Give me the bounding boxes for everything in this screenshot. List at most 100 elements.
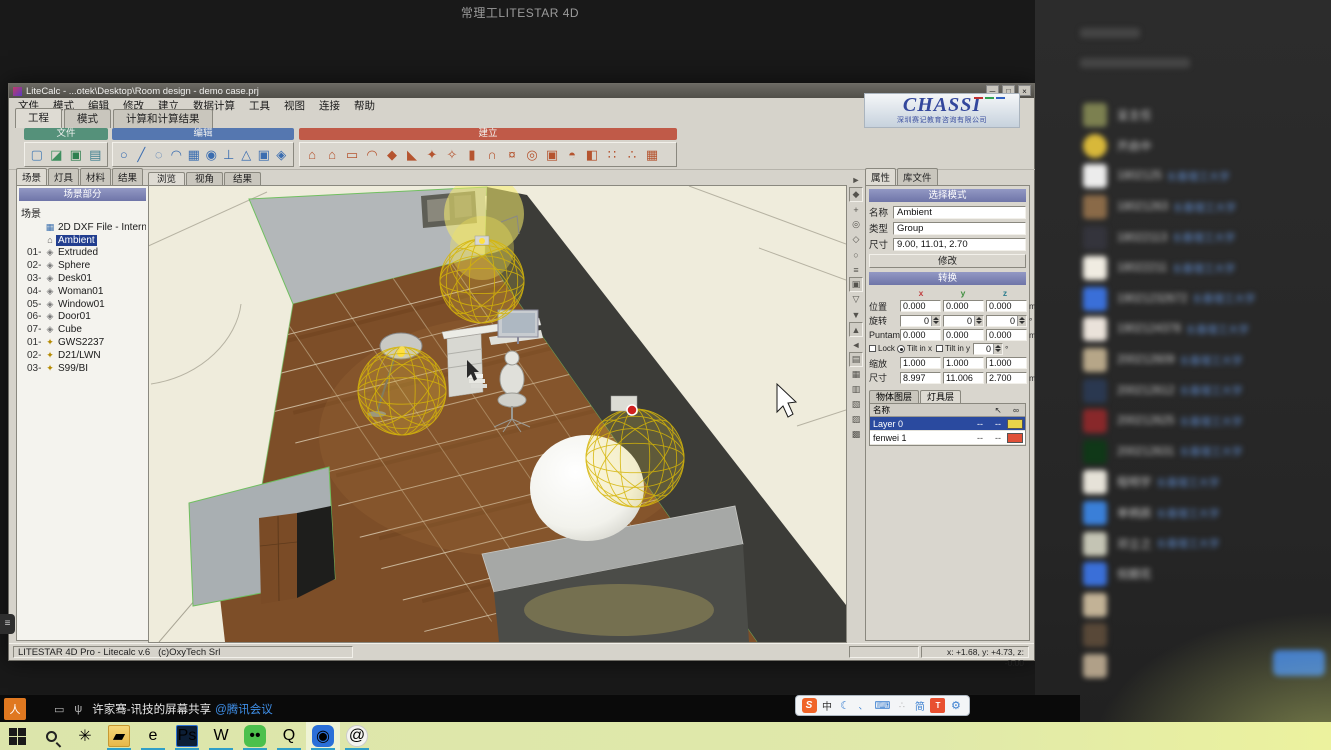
view-tool-icon[interactable]: ▲ [849,322,863,337]
scene-tree-item[interactable]: 01- ✦ GWS2237 [19,336,146,349]
member-row[interactable]: 200212631 长春理工大学 [1035,437,1331,468]
ime-icon[interactable]: 中 [820,698,835,713]
member-row[interactable]: 200212612 长春理工大学 [1035,375,1331,406]
member-row[interactable]: 18022113 长春理工大学 [1035,222,1331,253]
toolbar-icon[interactable]: ▣ [66,144,86,166]
properties-tab[interactable]: 属性 [865,168,896,185]
layer-tab[interactable]: 灯具层 [920,390,961,403]
taskbar-app[interactable]: W [204,722,238,750]
spinner[interactable] [931,316,940,326]
ime-icon[interactable]: ☾ [838,698,853,713]
scene-tree-item[interactable]: 03- ◈ Desk01 [19,272,146,285]
scene-tree-root[interactable]: 场景 [19,204,146,221]
scene-tree-item[interactable]: 05- ◈ Window01 [19,298,146,311]
menu-item[interactable]: 工具 [242,98,277,113]
search-button[interactable] [34,722,68,750]
value-input[interactable]: 0.000 [943,329,984,341]
member-row[interactable] [1035,590,1331,621]
scene-tree-item[interactable]: 04- ◈ Woman01 [19,285,146,298]
toolbar-icon[interactable]: ▣ [542,144,562,166]
scene-panel-tab[interactable]: 材料 [80,168,111,185]
view-tool-icon[interactable]: ◆ [849,187,863,202]
ime-icon[interactable]: ⌨ [874,698,892,713]
value-input[interactable]: 0.000 [900,300,941,312]
member-row[interactable]: 200212609 长春理工大学 [1035,345,1331,376]
toolbar-icon[interactable]: ◆ [382,144,402,166]
value-input[interactable]: 8.997 [900,372,941,384]
view-tool-icon[interactable]: + [849,202,863,217]
member-row[interactable] [1035,620,1331,651]
toolbar-icon[interactable]: ◎ [522,144,542,166]
ime-icon[interactable]: 、 [856,698,871,713]
ime-icon[interactable]: S [802,698,817,713]
ime-icon[interactable]: 简 [912,698,927,713]
toolbar-icon[interactable]: ◓ [562,144,582,166]
view-tool-icon[interactable]: ◇ [849,232,863,247]
toolbar-icon[interactable]: ✧ [442,144,462,166]
ime-icon[interactable]: ⚙ [948,698,963,713]
scene-tree-item[interactable]: 07- ◈ Cube [19,323,146,336]
value-input[interactable]: 0.000 [986,329,1027,341]
toolbar-icon[interactable]: ◈ [273,144,291,166]
sidebar-handle-icon[interactable]: ≡ [0,614,15,634]
scene-tree-item[interactable]: 03- ✦ S99/BI [19,362,146,375]
taskbar-app[interactable]: •• [238,722,272,750]
member-row[interactable]: 单柄辰 长春理工大学 [1035,498,1331,529]
toolbar-icon[interactable]: △ [238,144,256,166]
properties-tab[interactable]: 库文件 [897,168,938,185]
value-input[interactable]: 1.000 [900,357,941,369]
member-row[interactable]: 程明宇 长春理工大学 [1035,467,1331,498]
ime-icon[interactable]: T [930,698,945,713]
start-button[interactable] [0,722,34,750]
view-tool-icon[interactable]: ► [849,172,863,187]
property-value[interactable]: Group [893,222,1026,235]
doc-tab[interactable]: 工程 [15,108,62,128]
toolbar-icon[interactable]: ◣ [402,144,422,166]
toolbar-icon[interactable]: ╱ [133,144,151,166]
member-row[interactable]: 开启中 [1035,131,1331,162]
scene-panel-tab[interactable]: 场景 [16,168,47,185]
toolbar-icon[interactable]: ▮ [462,144,482,166]
value-input[interactable]: 0.000 [900,329,941,341]
viewport-tab[interactable]: 视角 [186,172,223,185]
scene-tree-item[interactable]: ▦ 2D DXF File - Internal Area_dxf [19,221,146,234]
layer-tab[interactable]: 物体图层 [869,390,919,403]
view-tool-icon[interactable]: ▥ [849,382,863,397]
member-row[interactable]: 1802125 长春理工大学 [1035,161,1331,192]
layer-color-swatch[interactable] [1007,433,1023,443]
property-value[interactable]: Ambient [893,206,1026,219]
value-input[interactable]: 0.000 [986,300,1027,312]
scene-tree-item[interactable]: 01- ◈ Extruded [19,247,146,260]
member-row[interactable]: 1902124378 长春理工大学 [1035,314,1331,345]
toolbar-icon[interactable]: ◉ [203,144,221,166]
toolbar-icon[interactable]: ⌂ [302,144,322,166]
member-row[interactable]: 倪期花 [1035,559,1331,590]
lock-checkbox[interactable] [869,345,876,352]
layer-row[interactable]: Layer 0 -- -- [870,417,1025,431]
modify-button[interactable]: 修改 [869,254,1026,268]
taskbar-app[interactable]: ▰ [102,722,136,750]
value-input[interactable]: 11.006 [943,372,984,384]
scene-panel-tab[interactable]: 灯具 [48,168,79,185]
viewport-3d[interactable] [148,185,847,643]
view-tool-icon[interactable]: ▽ [849,292,863,307]
view-tool-icon[interactable]: ▼ [849,307,863,322]
member-row[interactable]: 18021263 长春理工大学 [1035,192,1331,223]
scene-tree-item[interactable]: 02- ✦ D21/LWN [19,349,146,362]
toolbar-icon[interactable]: ⊥ [220,144,238,166]
value-input[interactable]: 1.000 [986,357,1027,369]
toolbar-icon[interactable]: ▦ [642,144,662,166]
toolbar-icon[interactable]: ▦ [185,144,203,166]
tilt-x-radio[interactable] [897,345,905,353]
taskbar-app[interactable]: ◉ [306,722,340,750]
scene-tree-item[interactable]: 06- ◈ Door01 [19,311,146,324]
doc-tab[interactable]: 模式 [64,109,111,128]
value-input[interactable]: 1.000 [943,357,984,369]
meeting-app-link[interactable]: @腾讯会议 [215,701,273,717]
spinner[interactable] [1017,316,1026,326]
view-tool-icon[interactable]: ▤ [849,352,863,367]
viewport-tab[interactable]: 浏览 [148,172,185,185]
toolbar-icon[interactable]: ◠ [362,144,382,166]
menu-item[interactable]: 帮助 [347,98,382,113]
member-row[interactable]: 邓立之 长春理工大学 [1035,528,1331,559]
